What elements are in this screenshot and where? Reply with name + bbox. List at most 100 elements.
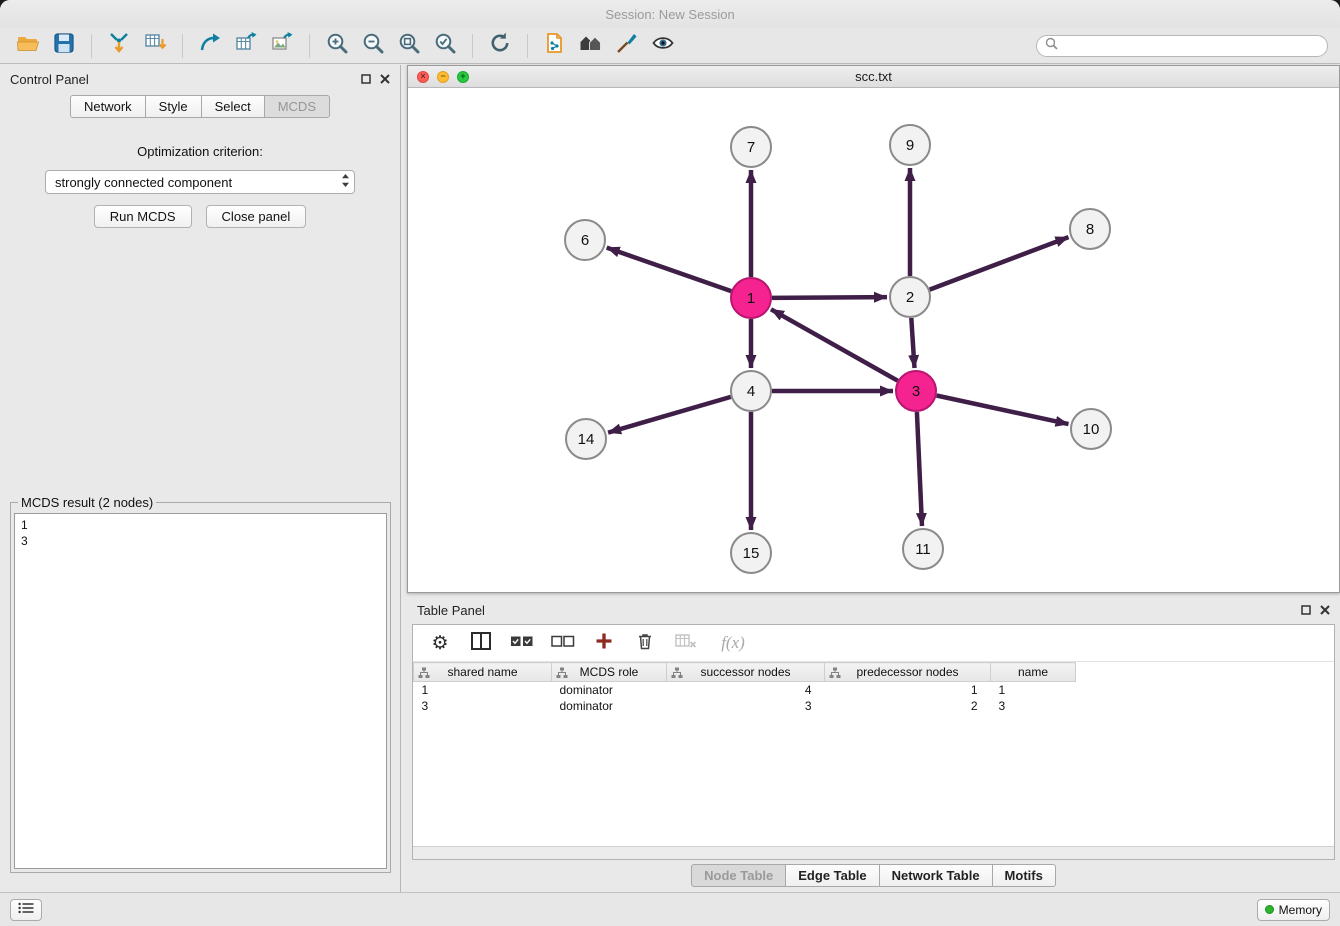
tab-network[interactable]: Network	[70, 95, 146, 118]
export-image-button[interactable]	[264, 31, 300, 61]
fx-icon: f(x)	[721, 633, 745, 653]
table-cell[interactable]: dominator	[552, 698, 667, 714]
float-panel-icon[interactable]	[1301, 603, 1311, 618]
network-window-titlebar[interactable]: scc.txt × − +	[408, 66, 1339, 88]
table-cell[interactable]: 4	[667, 682, 825, 698]
horizontal-scrollbar[interactable]	[413, 846, 1334, 859]
table-cell[interactable]: 1	[414, 682, 552, 698]
tab-mcds[interactable]: MCDS	[264, 95, 330, 118]
show-columns-button[interactable]	[469, 631, 493, 655]
table-row[interactable]: 1dominator411	[414, 682, 1076, 698]
run-mcds-button[interactable]: Run MCDS	[94, 205, 192, 228]
apply-style-button[interactable]	[609, 31, 645, 61]
graph-edge-2-8[interactable]	[930, 237, 1069, 290]
zoom-selected-button[interactable]	[427, 31, 463, 61]
table-cell[interactable]: 1	[991, 682, 1076, 698]
open-session-button[interactable]	[10, 31, 46, 61]
column-header-predecessor-nodes[interactable]: predecessor nodes	[825, 663, 991, 682]
graph-edge-3-10[interactable]	[937, 396, 1069, 425]
dropdown-selected-value: strongly connected component	[55, 175, 341, 190]
tab-style[interactable]: Style	[145, 95, 202, 118]
import-table-button[interactable]	[137, 31, 173, 61]
close-panel-icon[interactable]	[1320, 603, 1330, 618]
table-settings-button[interactable]: ⚙	[428, 631, 452, 655]
graph-node-7[interactable]: 7	[731, 127, 771, 167]
zoom-fit-button[interactable]	[391, 31, 427, 61]
export-table-button[interactable]	[228, 31, 264, 61]
graph-node-14[interactable]: 14	[566, 419, 606, 459]
graph-node-8[interactable]: 8	[1070, 209, 1110, 249]
delete-table-icon	[675, 633, 697, 654]
zoom-out-icon	[361, 31, 385, 60]
graph-node-6[interactable]: 6	[565, 220, 605, 260]
toolbar-separator	[91, 34, 92, 58]
network-window-title: scc.txt	[408, 69, 1339, 84]
tab-select[interactable]: Select	[201, 95, 265, 118]
graph-node-1[interactable]: 1	[731, 278, 771, 318]
zoom-fit-icon	[397, 31, 421, 60]
tab-node-table[interactable]: Node Table	[691, 864, 786, 887]
table-cell[interactable]: 3	[667, 698, 825, 714]
zoom-in-icon	[325, 31, 349, 60]
mcds-result-box[interactable]: 13	[14, 513, 387, 869]
refresh-layout-button[interactable]	[482, 31, 518, 61]
select-all-columns-button[interactable]	[510, 631, 534, 655]
graph-node-3[interactable]: 3	[896, 371, 936, 411]
search-input[interactable]	[1063, 39, 1319, 53]
column-label: MCDS role	[580, 665, 639, 679]
table-cell[interactable]: 3	[414, 698, 552, 714]
show-graphics-details-button[interactable]	[645, 31, 681, 61]
graph-node-11[interactable]: 11	[903, 529, 943, 569]
trash-icon	[635, 631, 655, 656]
table-panel-header: Table Panel	[407, 598, 1340, 622]
table-row[interactable]: 3dominator323	[414, 698, 1076, 714]
table-cell[interactable]: dominator	[552, 682, 667, 698]
first-neighbors-button[interactable]	[573, 31, 609, 61]
table-cell[interactable]: 3	[991, 698, 1076, 714]
tab-network-table[interactable]: Network Table	[879, 864, 993, 887]
network-canvas[interactable]: 7 9 6 8 1 2 4 3 14 10 15 11	[408, 88, 1339, 592]
optimization-criterion-dropdown[interactable]: strongly connected component	[45, 170, 355, 194]
import-network-button[interactable]	[101, 31, 137, 61]
column-edit-icon	[829, 667, 841, 682]
graph-node-10[interactable]: 10	[1071, 409, 1111, 449]
column-header-successor-nodes[interactable]: successor nodes	[667, 663, 825, 682]
column-header-name[interactable]: name	[991, 663, 1076, 682]
delete-column-button[interactable]	[633, 631, 657, 655]
close-panel-icon[interactable]	[380, 72, 390, 87]
float-panel-icon[interactable]	[361, 72, 371, 87]
tab-edge-table[interactable]: Edge Table	[785, 864, 879, 887]
graph-node-4[interactable]: 4	[731, 371, 771, 411]
close-panel-button[interactable]: Close panel	[206, 205, 307, 228]
graph-edge-3-11[interactable]	[917, 412, 922, 526]
column-label: name	[1018, 665, 1048, 679]
graph-edge-4-14[interactable]	[608, 397, 731, 433]
column-header-shared-name[interactable]: shared name	[414, 663, 552, 682]
export-network-button[interactable]	[192, 31, 228, 61]
graph-edge-1-2[interactable]	[772, 297, 887, 298]
zoom-out-button[interactable]	[355, 31, 391, 61]
graph-node-9[interactable]: 9	[890, 125, 930, 165]
graph-edge-1-6[interactable]	[607, 248, 732, 292]
create-column-button[interactable]	[592, 631, 616, 655]
search-icon	[1045, 37, 1058, 55]
table-cell[interactable]: 2	[825, 698, 991, 714]
dropdown-stepper-icon	[341, 173, 350, 191]
column-header-mcds-role[interactable]: MCDS role	[552, 663, 667, 682]
memory-status-icon	[1265, 905, 1274, 914]
graph-edge-2-3[interactable]	[911, 318, 914, 368]
table-cell[interactable]: 1	[825, 682, 991, 698]
graph-edge-3-1[interactable]	[771, 309, 898, 380]
show-panels-button[interactable]	[10, 899, 42, 921]
toolbar-separator	[527, 34, 528, 58]
search-box[interactable]	[1036, 35, 1328, 57]
graph-node-15[interactable]: 15	[731, 533, 771, 573]
unselect-all-columns-button[interactable]	[551, 631, 575, 655]
network-file-button[interactable]	[537, 31, 573, 61]
graph-node-2[interactable]: 2	[890, 277, 930, 317]
memory-button[interactable]: Memory	[1257, 899, 1330, 921]
save-session-button[interactable]	[46, 31, 82, 61]
zoom-in-button[interactable]	[319, 31, 355, 61]
tab-motifs[interactable]: Motifs	[992, 864, 1056, 887]
window-title: Session: New Session	[605, 7, 734, 22]
